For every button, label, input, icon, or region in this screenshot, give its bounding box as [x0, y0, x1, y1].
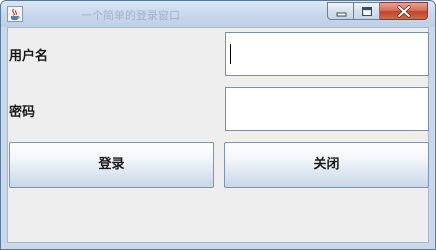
password-field[interactable]	[225, 87, 429, 131]
username-field[interactable]	[225, 32, 429, 76]
maximize-icon	[362, 7, 372, 16]
password-label: 密码	[9, 105, 36, 120]
window-title: 一个简单的登录窗口	[81, 9, 180, 22]
login-button[interactable]: 登录	[9, 142, 214, 188]
login-window: 一个简单的登录窗口 用户名 密码 登录 关闭	[0, 0, 436, 250]
username-label: 用户名	[9, 49, 49, 64]
form-panel: 用户名 密码 登录 关闭	[7, 27, 429, 243]
minimize-button[interactable]	[327, 2, 354, 20]
text-caret	[230, 44, 231, 64]
title-bar[interactable]: 一个简单的登录窗口	[1, 1, 435, 27]
java-coffee-icon[interactable]	[7, 6, 23, 22]
maximize-button[interactable]	[354, 2, 380, 20]
close-icon	[397, 5, 411, 18]
minimize-icon	[336, 12, 347, 17]
close-button[interactable]: 关闭	[224, 142, 429, 188]
close-window-button[interactable]	[380, 2, 428, 20]
